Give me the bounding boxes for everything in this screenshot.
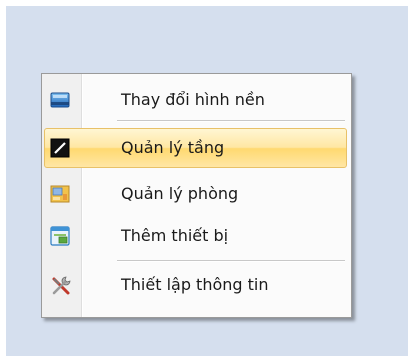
tools-icon	[50, 275, 71, 295]
context-menu: Thay đổi hình nền Quản lý tầng Quản lý p…	[41, 73, 352, 318]
menu-item-manage-rooms[interactable]: Quản lý phòng	[44, 174, 347, 214]
screen: Thay đổi hình nền Quản lý tầng Quản lý p…	[0, 0, 414, 362]
add-device-icon	[50, 226, 70, 246]
menu-item-settings-info[interactable]: Thiết lập thông tin	[44, 265, 347, 305]
menu-item-label: Quản lý phòng	[121, 184, 239, 203]
menu-item-manage-floors[interactable]: Quản lý tầng	[44, 128, 347, 168]
menu-item-label: Thiết lập thông tin	[121, 275, 269, 294]
menu-item-change-wallpaper[interactable]: Thay đổi hình nền	[44, 80, 347, 120]
room-icon	[50, 184, 70, 204]
menu-separator	[117, 120, 345, 122]
menu-separator	[117, 260, 345, 262]
menu-item-label: Quản lý tầng	[121, 138, 225, 157]
wallpaper-icon	[50, 90, 70, 110]
menu-item-label: Thêm thiết bị	[121, 226, 229, 245]
menu-item-label: Thay đổi hình nền	[121, 90, 265, 109]
floor-icon	[50, 138, 70, 158]
menu-item-add-device[interactable]: Thêm thiết bị	[44, 216, 347, 256]
